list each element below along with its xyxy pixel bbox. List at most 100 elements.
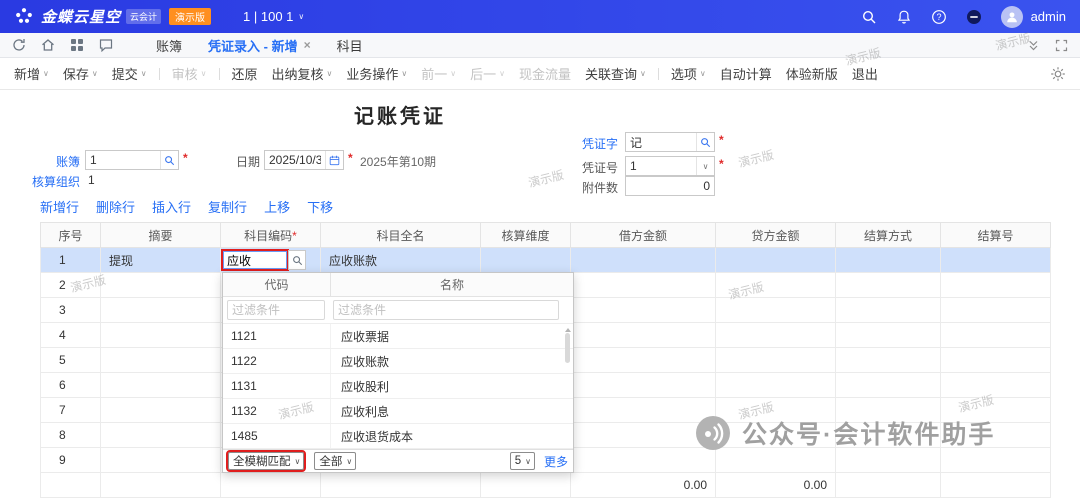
brand-title: 金蝶云星空	[41, 6, 121, 27]
demo-version-badge: 演示版	[169, 8, 211, 25]
apps-grid-icon[interactable]	[70, 38, 84, 52]
account-switcher[interactable]: 1 | 100 1 ∨	[243, 9, 304, 24]
voucher-word-input[interactable]	[626, 135, 696, 149]
topbar: 金蝶云星空 云会计 演示版 1 | 100 1 ∨ ? admin	[0, 0, 1080, 33]
date-label: 日期	[216, 153, 260, 170]
voucher-no-label: 凭证号	[560, 159, 618, 176]
date-input[interactable]	[265, 153, 325, 167]
save-button[interactable]: 保存∨	[63, 64, 98, 83]
notification-bell-icon[interactable]	[896, 9, 912, 25]
list-item[interactable]: 1132 应收利息	[223, 399, 573, 424]
copy-row-link[interactable]: 复制行	[208, 197, 247, 216]
attachment-input[interactable]	[626, 179, 714, 193]
auto-calc-button[interactable]: 自动计算	[720, 64, 772, 83]
new-button[interactable]: 新增∨	[14, 64, 49, 83]
help-icon[interactable]: ?	[931, 9, 947, 25]
chevron-down-icon: ∨	[525, 457, 531, 466]
account-code-cell[interactable]	[221, 248, 321, 273]
col-header-settle-method: 结算方式	[836, 223, 941, 248]
chevron-down-icon[interactable]: ∨	[696, 157, 714, 175]
options-button[interactable]: 选项∨	[671, 64, 706, 83]
scroll-up-icon[interactable]	[565, 328, 571, 332]
col-header-seq: 序号	[41, 223, 101, 248]
move-down-link[interactable]: 下移	[307, 197, 333, 216]
chevron-down-icon: ∨	[700, 69, 706, 78]
submit-button[interactable]: 提交∨	[112, 64, 147, 83]
previous-button[interactable]: 前一∨	[421, 64, 456, 83]
move-up-link[interactable]: 上移	[264, 197, 290, 216]
page-size-select[interactable]: 5 ∨	[510, 452, 535, 470]
search-icon[interactable]	[160, 151, 178, 169]
required-star: *	[348, 151, 353, 165]
org-label[interactable]: 核算组织	[28, 173, 80, 190]
attachment-label: 附件数	[560, 179, 618, 196]
col-header-summary: 摘要	[101, 223, 221, 248]
book-label[interactable]: 账簿	[28, 153, 80, 170]
chevron-down-icon: ∨	[92, 69, 98, 78]
cash-flow-button[interactable]: 现金流量	[519, 64, 571, 83]
new-version-button[interactable]: 体验新版	[786, 64, 838, 83]
search-icon[interactable]	[861, 9, 877, 25]
name-filter-input[interactable]	[333, 300, 559, 320]
voucher-no-input[interactable]	[626, 159, 696, 173]
action-toolbar: 新增∨ 保存∨ 提交∨ 审核∨ 还原 出纳复核∨ 业务操作∨ 前一∨ 后一∨ 现…	[0, 58, 1080, 90]
list-item[interactable]: 1121 应收票据	[223, 324, 573, 349]
collapse-tabs-icon[interactable]	[1027, 39, 1040, 52]
exit-button[interactable]: 退出	[852, 64, 878, 83]
next-button[interactable]: 后一∨	[470, 64, 505, 83]
account-name-cell[interactable]: 应收账款	[321, 248, 481, 273]
fullscreen-icon[interactable]	[1055, 39, 1068, 52]
grid-total-row: 0.00 0.00	[41, 473, 1051, 498]
tab-voucher-entry-new[interactable]: 凭证录入 - 新增 ×	[195, 33, 324, 57]
close-icon[interactable]: ×	[304, 38, 311, 52]
col-header-account-name: 科目全名	[321, 223, 481, 248]
add-row-link[interactable]: 新增行	[40, 197, 79, 216]
insert-row-link[interactable]: 插入行	[152, 197, 191, 216]
period-label: 2025年第10期	[360, 153, 436, 170]
search-icon[interactable]	[696, 133, 714, 151]
refresh-icon[interactable]	[12, 38, 26, 52]
chevron-down-icon: ∨	[640, 69, 646, 78]
home-icon[interactable]	[41, 38, 55, 52]
tab-accounts[interactable]: 科目	[324, 33, 376, 57]
voucher-word-field	[625, 132, 715, 152]
more-link[interactable]: 更多	[544, 453, 568, 470]
audit-button[interactable]: 审核∨	[172, 64, 207, 83]
brand-sub-badge: 云会计	[126, 9, 161, 24]
chevron-down-icon: ∨	[43, 69, 49, 78]
message-icon[interactable]	[99, 38, 113, 52]
org-value: 1	[88, 173, 95, 187]
list-item[interactable]: 1485 应收退货成本	[223, 424, 573, 449]
list-item[interactable]: 1131 应收股利	[223, 374, 573, 399]
attachment-field	[625, 176, 715, 196]
scrollbar[interactable]	[563, 326, 572, 450]
settings-gear-icon[interactable]	[1050, 66, 1066, 82]
account-code-input[interactable]	[223, 251, 287, 269]
related-query-button[interactable]: 关联查询∨	[585, 64, 646, 83]
delete-row-link[interactable]: 删除行	[96, 197, 135, 216]
scrollbar-thumb[interactable]	[565, 333, 570, 363]
minimize-icon[interactable]	[966, 9, 982, 25]
cashier-review-button[interactable]: 出纳复核∨	[272, 64, 333, 83]
scope-select[interactable]: 全部 ∨	[314, 452, 356, 470]
tab-ledger[interactable]: 账簿	[143, 33, 195, 57]
book-input[interactable]	[86, 153, 160, 167]
code-filter-input[interactable]	[227, 300, 325, 320]
lookup-name-header: 名称	[331, 273, 573, 296]
search-icon[interactable]	[288, 250, 306, 270]
voucher-word-label[interactable]: 凭证字	[560, 135, 618, 152]
business-ops-button[interactable]: 业务操作∨	[346, 64, 407, 83]
list-item[interactable]: 1122 应收账款	[223, 349, 573, 374]
username-label: admin	[1031, 9, 1066, 24]
tab-bar: 账簿 凭证录入 - 新增 × 科目	[0, 33, 1080, 58]
user-avatar[interactable]	[1001, 6, 1023, 28]
restore-button[interactable]: 还原	[232, 64, 258, 83]
calendar-icon[interactable]	[325, 151, 343, 169]
grid-header-row: 序号 摘要 科目编码* 科目全名 核算维度 借方金额 贷方金额 结算方式 结算号	[41, 223, 1051, 248]
summary-cell[interactable]: 提现	[101, 248, 221, 273]
toolbar-separator	[159, 68, 160, 80]
match-mode-select[interactable]: 全模糊匹配 ∨	[228, 452, 304, 470]
account-lookup-dropdown: 代码 名称 1121 应收票据 1122 应收账款 1131 应收股利 1132…	[222, 272, 574, 473]
chevron-down-icon: ∨	[401, 69, 407, 78]
chevron-down-icon: ∨	[450, 69, 456, 78]
